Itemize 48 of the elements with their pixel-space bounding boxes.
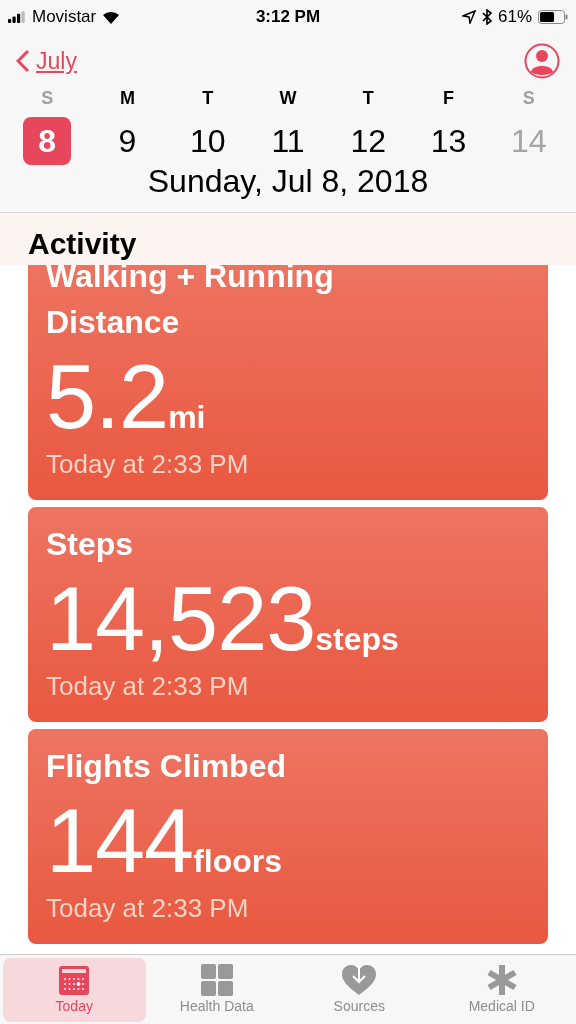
status-time: 3:12 PM xyxy=(255,7,321,27)
metric-unit: mi xyxy=(168,399,206,436)
metric-time: Today at 2:33 PM xyxy=(46,671,250,702)
metric-time: Today at 2:33 PM xyxy=(46,449,250,480)
tab-bar-item[interactable]: Medical ID xyxy=(430,958,573,1022)
day-button[interactable]: 10 xyxy=(183,117,232,165)
back-link[interactable]: July xyxy=(16,47,77,75)
day-button[interactable]: 13 xyxy=(424,117,473,165)
signal-icon xyxy=(8,11,26,23)
weekday-letter: T xyxy=(362,88,374,109)
bluetooth-icon xyxy=(481,9,492,25)
tab-bar-item[interactable]: Sources xyxy=(288,958,431,1022)
day-button[interactable]: 9 xyxy=(103,117,152,165)
metric-unit: floors xyxy=(193,843,283,880)
battery-percent: 61% xyxy=(497,7,532,27)
day-button[interactable]: 8 xyxy=(23,117,72,165)
metric-time: Today at 2:33 PM xyxy=(46,893,250,924)
metric-value: 14,523 xyxy=(46,573,316,665)
weekday-letter: S xyxy=(522,88,535,109)
tab-bar-item[interactable]: Today xyxy=(3,958,146,1022)
metric-unit: steps xyxy=(315,621,399,658)
selected-date: Sunday, Jul 8, 2018 xyxy=(146,163,430,201)
chevron-left-icon xyxy=(16,49,30,73)
metric-value: 144 xyxy=(46,795,194,887)
section-header: Activity xyxy=(0,213,576,265)
metric-title: Steps xyxy=(46,525,135,564)
metric-title: Flights Climbed xyxy=(46,747,287,786)
weekday-letter: F xyxy=(443,88,455,109)
battery-icon xyxy=(538,10,568,24)
weekday-letter: M xyxy=(119,88,135,109)
weekday-letter: W xyxy=(279,88,297,109)
metric-value: 5.2 xyxy=(46,351,169,443)
weekday-letter: S xyxy=(41,88,54,109)
asterisk-icon xyxy=(485,964,518,996)
heart-download-icon xyxy=(341,964,378,996)
profile-icon[interactable] xyxy=(524,43,560,79)
wifi-icon xyxy=(102,10,121,24)
carrier-name: Movistar xyxy=(32,7,97,27)
location-icon xyxy=(461,10,476,24)
grid-icon xyxy=(200,964,233,996)
day-button[interactable]: 12 xyxy=(344,117,393,165)
tab-bar-item[interactable]: Health Data xyxy=(145,958,288,1022)
day-button[interactable]: 11 xyxy=(264,117,312,165)
day-button[interactable]: 14 xyxy=(504,117,553,165)
calendar-icon xyxy=(58,964,91,996)
metric-card[interactable]: Flights Climbed 144floors Today at 2:33 PM xyxy=(28,729,548,944)
metric-card[interactable]: Steps 14,523steps Today at 2:33 PM xyxy=(28,507,548,722)
weekday-letter: T xyxy=(202,88,214,109)
